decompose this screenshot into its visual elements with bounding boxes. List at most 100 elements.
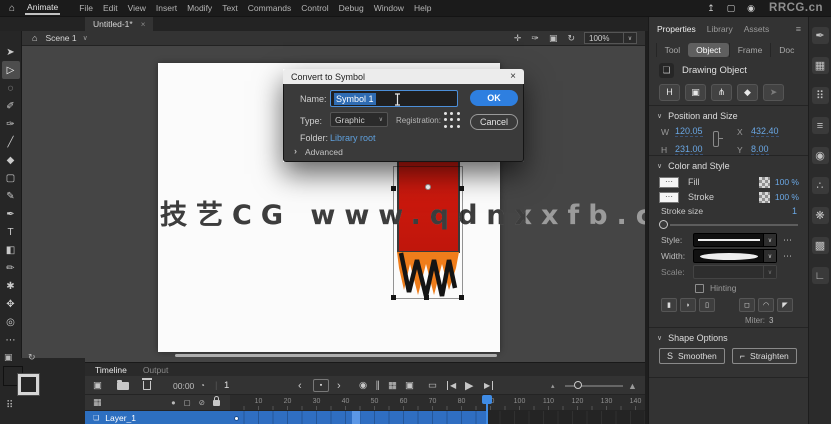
- scene-caret-icon[interactable]: ∨: [83, 34, 88, 42]
- app-name[interactable]: Animate: [25, 1, 61, 15]
- history-panel-icon[interactable]: ◉: [811, 147, 829, 164]
- layer-name[interactable]: Layer_1: [105, 413, 136, 423]
- width-profile-dropdown[interactable]: ∨: [693, 249, 777, 263]
- property-subtab[interactable]: Doc: [770, 42, 802, 57]
- stage-zoom-select[interactable]: 100% ∨: [584, 32, 637, 44]
- paint-bucket-tool[interactable]: ◧: [2, 241, 20, 259]
- step-back-icon[interactable]: ◀: [447, 376, 456, 395]
- union-button[interactable]: ◆: [737, 83, 758, 101]
- join-bevel-button[interactable]: ◤: [777, 298, 793, 312]
- app-home-icon[interactable]: ⌂: [9, 3, 15, 14]
- link-wh-icon[interactable]: [713, 131, 723, 147]
- rotation-icon[interactable]: ↻: [562, 33, 580, 44]
- advanced-label[interactable]: Advanced: [305, 147, 343, 157]
- maximize-icon[interactable]: ▢: [721, 3, 742, 14]
- registration-grid[interactable]: [444, 112, 461, 129]
- join-round-button[interactable]: ◠: [758, 298, 774, 312]
- cap-round-button[interactable]: ◗: [680, 298, 696, 312]
- play-icon[interactable]: ▶: [465, 376, 473, 395]
- onion-skin-icon[interactable]: ◉: [355, 380, 371, 391]
- slider-track[interactable]: [670, 224, 798, 226]
- ok-button[interactable]: OK: [470, 90, 518, 106]
- share-icon[interactable]: ↥: [701, 3, 721, 14]
- property-subtab[interactable]: Frame: [728, 42, 771, 57]
- stroke-size-slider[interactable]: [649, 219, 809, 231]
- w-value[interactable]: 120.05: [675, 126, 703, 137]
- h-value[interactable]: 231.00: [675, 144, 703, 155]
- folder-link[interactable]: Library root: [330, 133, 376, 143]
- rotate-icon[interactable]: ↻: [28, 352, 36, 363]
- menu-item[interactable]: Control: [296, 1, 333, 15]
- fill-opacity-value[interactable]: 100 %: [775, 177, 799, 187]
- loop-icon[interactable]: ▭: [428, 376, 437, 395]
- timeline-tab[interactable]: Output: [143, 365, 169, 375]
- chevron-down-icon[interactable]: ∨: [657, 334, 662, 342]
- selection-handle-mid-right[interactable]: [459, 186, 464, 191]
- property-subtab[interactable]: Object: [688, 42, 729, 57]
- menu-item[interactable]: View: [123, 1, 151, 15]
- center-frame-icon[interactable]: ✛: [509, 33, 527, 44]
- menu-item[interactable]: File: [74, 1, 98, 15]
- snapshot-icon[interactable]: ▣: [4, 352, 13, 363]
- menu-item[interactable]: Text: [217, 1, 243, 15]
- text-tool[interactable]: T: [2, 223, 20, 241]
- edit-multiple-frames-icon[interactable]: ▦: [384, 380, 401, 391]
- edit-object-button[interactable]: ➤: [763, 83, 784, 101]
- draw-outlines-icon[interactable]: ✑: [526, 33, 544, 44]
- break-apart-button[interactable]: ⋔: [711, 83, 732, 101]
- insert-marker-button[interactable]: ▪: [313, 376, 329, 395]
- selection-tool[interactable]: ➤: [2, 43, 20, 61]
- miter-value[interactable]: 3: [769, 316, 773, 325]
- more-tools[interactable]: ⋯: [2, 331, 20, 349]
- step-forward-icon[interactable]: ▶: [484, 376, 494, 395]
- menu-item[interactable]: Debug: [334, 1, 369, 15]
- selection-handle-bottom-right[interactable]: [459, 295, 464, 300]
- show-all-layers-icon[interactable]: ●: [171, 398, 176, 407]
- panel-tab[interactable]: Assets: [744, 24, 770, 34]
- stroke-opacity-value[interactable]: 100 %: [775, 192, 799, 202]
- straighten-button[interactable]: ⌐ Straighten: [731, 348, 797, 364]
- menu-item[interactable]: Insert: [151, 1, 182, 15]
- previous-keyframe-icon[interactable]: ‹: [298, 376, 302, 395]
- close-tab-icon[interactable]: ×: [141, 20, 146, 29]
- dialog-close-icon[interactable]: ×: [510, 71, 516, 82]
- scene-name[interactable]: Scene 1: [45, 33, 76, 43]
- position-size-header[interactable]: ∨ Position and Size: [649, 109, 809, 123]
- fill-color-swatch[interactable]: ···: [659, 176, 679, 188]
- cancel-button[interactable]: Cancel: [470, 114, 518, 130]
- asset-warp-panel-icon[interactable]: ❋: [811, 207, 829, 224]
- panel-tab[interactable]: Library: [707, 24, 733, 34]
- expand-to-fill-button[interactable]: ▣: [685, 83, 706, 101]
- selection-handle-bottom-mid[interactable]: [424, 295, 429, 300]
- timeline-zoom-out-icon[interactable]: ▴: [551, 376, 555, 395]
- lock-all-layers-icon[interactable]: [213, 395, 220, 406]
- dropdown-caret-icon[interactable]: ∨: [763, 234, 776, 246]
- onion-outlines-icon[interactable]: ∥: [371, 380, 384, 391]
- stroke-color-control[interactable]: [17, 373, 40, 396]
- zoom-tool[interactable]: ◎: [2, 313, 20, 331]
- hide-all-layers-icon[interactable]: ⊘: [199, 398, 205, 407]
- style-options-icon[interactable]: ⋯: [783, 235, 792, 246]
- layer-frames-empty[interactable]: [486, 411, 645, 424]
- align-panel-icon[interactable]: ⠿: [811, 87, 829, 104]
- panel-menu-icon[interactable]: ≡: [796, 24, 801, 34]
- stroke-size-value[interactable]: 1: [792, 206, 797, 216]
- selection-handle-bottom-left[interactable]: [391, 295, 396, 300]
- menu-item[interactable]: Help: [409, 1, 436, 15]
- chevron-down-icon[interactable]: ∨: [657, 112, 662, 120]
- dropdown-caret-icon[interactable]: ∨: [763, 250, 776, 262]
- property-subtab[interactable]: Tool: [655, 42, 689, 57]
- cap-square-button[interactable]: ▯: [699, 298, 715, 312]
- fragments-panel-icon[interactable]: ▩: [811, 237, 829, 254]
- hand-tool[interactable]: ✥: [2, 295, 20, 313]
- layer-name-cell[interactable]: ❏ Layer_1: [85, 411, 230, 424]
- insert-frame-icon[interactable]: ▣: [93, 376, 102, 395]
- keyframe-dot[interactable]: [234, 416, 239, 421]
- rectangle-tool[interactable]: ▢: [2, 169, 20, 187]
- pencil-tool[interactable]: ✎: [2, 187, 20, 205]
- ink-bottle-tool[interactable]: ✏: [2, 259, 20, 277]
- next-keyframe-icon[interactable]: ›: [337, 376, 341, 395]
- dialog-title-bar[interactable]: Convert to Symbol ×: [283, 69, 524, 84]
- panel-tab[interactable]: Properties: [657, 24, 696, 34]
- scene-home-icon[interactable]: ⌂: [32, 33, 37, 43]
